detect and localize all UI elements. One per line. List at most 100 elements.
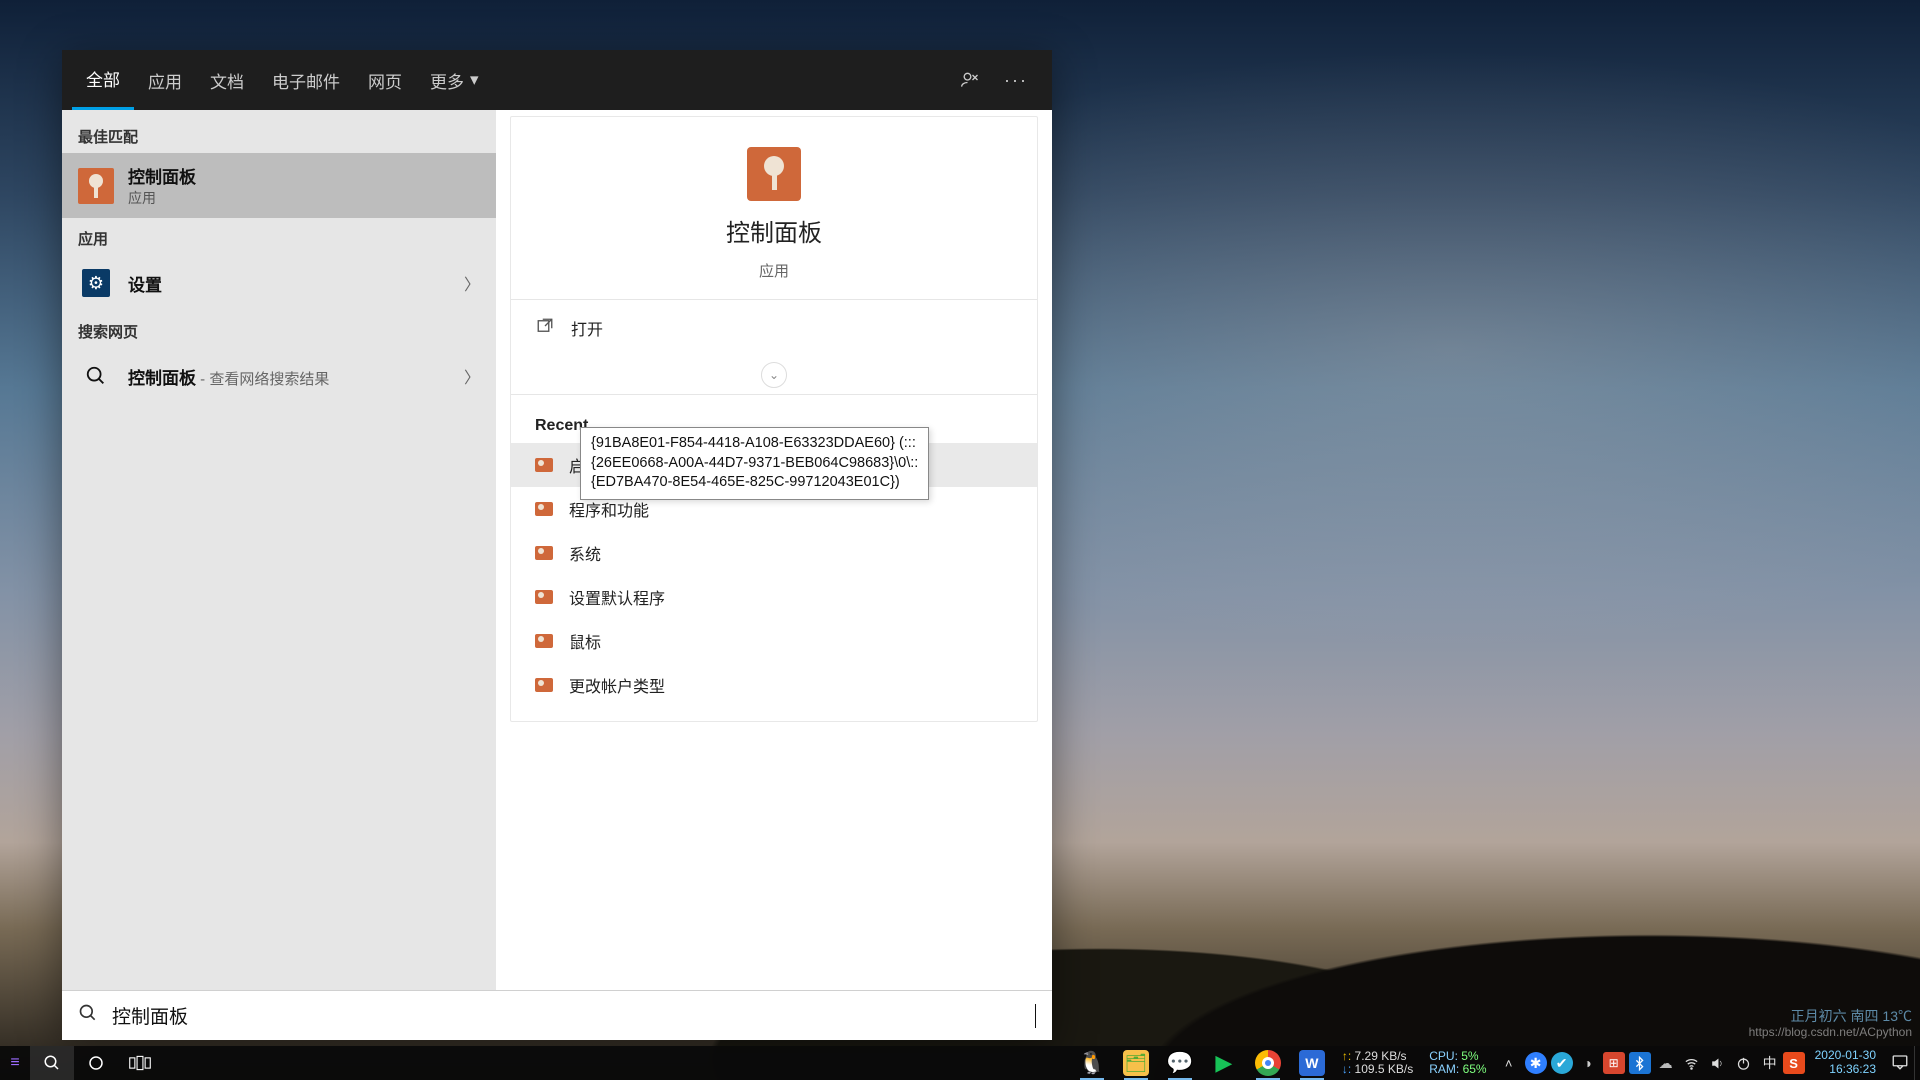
taskbar: ≡ 🐧 🗂 💬 ▶ W ↑: 7.29 KB/s ↓: 109.5 KB/s C… [0, 1046, 1920, 1080]
search-preview-pane: 控制面板 应用 打开 ⌄ Recent 启用或关闭 Windows 功能 [496, 110, 1052, 990]
result-title: 设置 [128, 271, 162, 296]
taskbar-search-button[interactable] [30, 1046, 74, 1080]
app-iqiyi[interactable]: ▶ [1202, 1046, 1246, 1080]
taskbar-clock[interactable]: 2020-01-30 16:36:23 [1805, 1049, 1886, 1077]
watermark-url: https://blog.csdn.net/ACpython [1749, 1025, 1912, 1040]
preview-card: 控制面板 应用 打开 ⌄ Recent 启用或关闭 Windows 功能 [510, 116, 1038, 722]
recent-default-programs[interactable]: 设置默认程序 [511, 575, 1037, 619]
app-wechat[interactable]: 💬 [1158, 1046, 1202, 1080]
action-center-button[interactable] [1886, 1053, 1914, 1074]
result-subtitle: 应用 [128, 188, 196, 208]
search-icon [78, 1003, 98, 1028]
clock-date: 2020-01-30 [1815, 1049, 1876, 1063]
recent-item-label: 更改帐户类型 [569, 673, 665, 697]
search-filter-tabs: 全部 应用 文档 电子邮件 网页 更多 ▾ ··· [62, 50, 1052, 110]
sogou-ime-icon[interactable]: S [1783, 1052, 1805, 1074]
start-search-panel: 全部 应用 文档 电子邮件 网页 更多 ▾ ··· 最佳匹配 控制面板 应用 [62, 50, 1052, 1040]
preview-subtitle: 应用 [759, 260, 789, 281]
control-panel-item-icon [535, 458, 553, 472]
bluetooth-icon[interactable] [1629, 1052, 1651, 1074]
upload-arrow-icon: ↑: [1342, 1049, 1351, 1063]
app-file-explorer[interactable]: 🗂 [1114, 1046, 1158, 1080]
control-panel-item-icon [535, 634, 553, 648]
tray-app-3[interactable]: ⊞ [1603, 1052, 1625, 1074]
task-view-button[interactable] [118, 1046, 162, 1080]
cortana-button[interactable] [74, 1046, 118, 1080]
control-panel-item-icon [535, 590, 553, 604]
tab-more-label: 更多 [430, 68, 464, 93]
settings-icon: ⚙ [78, 265, 114, 301]
expand-actions-button[interactable]: ⌄ [761, 362, 787, 388]
tray-steam-icon[interactable]: ◑ [1577, 1052, 1599, 1074]
tooltip-line: {91BA8E01-F854-4418-A108-E63323DDAE60} (… [591, 434, 918, 454]
tooltip-line: {26EE0668-A00A-44D7-9371-BEB064C98683}\0… [591, 454, 918, 474]
app-wps[interactable]: W [1290, 1046, 1334, 1080]
tab-documents[interactable]: 文档 [196, 50, 258, 110]
web-query: 控制面板 [128, 369, 196, 388]
chevron-right-icon: 〉 [464, 271, 480, 295]
more-options-icon[interactable]: ··· [1006, 70, 1026, 90]
download-arrow-icon: ↓: [1342, 1062, 1351, 1076]
tooltip-line: {ED7BA470-8E54-465E-825C-99712043E01C}) [591, 473, 918, 493]
result-control-panel[interactable]: 控制面板 应用 [62, 153, 496, 218]
tab-web[interactable]: 网页 [354, 50, 416, 110]
download-speed: 109.5 KB/s [1355, 1062, 1414, 1076]
recent-item-label: 系统 [569, 541, 601, 565]
tab-email[interactable]: 电子邮件 [258, 50, 354, 110]
search-results-list: 最佳匹配 控制面板 应用 应用 ⚙ 设置 〉 搜索网页 [62, 110, 496, 990]
power-icon[interactable] [1733, 1052, 1755, 1074]
chevron-down-icon: ▾ [470, 70, 479, 90]
search-input-bar[interactable] [62, 990, 1052, 1040]
search-input[interactable] [112, 1005, 1033, 1027]
network-monitor[interactable]: ↑: 7.29 KB/s ↓: 109.5 KB/s [1334, 1050, 1421, 1076]
watermark-weather: 正月初六 南四 13℃ [1749, 1008, 1912, 1026]
feedback-icon[interactable] [960, 70, 980, 90]
control-panel-icon [78, 168, 114, 204]
start-button[interactable]: ≡ [0, 1046, 30, 1080]
text-caret [1035, 1004, 1036, 1028]
section-best-match: 最佳匹配 [62, 116, 496, 153]
recent-item-label: 程序和功能 [569, 497, 649, 521]
section-apps: 应用 [62, 218, 496, 255]
control-panel-item-icon [535, 546, 553, 560]
ime-indicator[interactable]: 中 [1757, 1053, 1783, 1073]
cpu-usage: 5% [1461, 1049, 1478, 1063]
recent-change-account-type[interactable]: 更改帐户类型 [511, 663, 1037, 707]
onedrive-icon[interactable]: ☁ [1655, 1052, 1677, 1074]
app-qq[interactable]: 🐧 [1070, 1046, 1114, 1080]
open-label: 打开 [571, 316, 603, 340]
result-title: 控制面板 [128, 163, 196, 188]
result-settings[interactable]: ⚙ 设置 〉 [62, 255, 496, 311]
tab-all[interactable]: 全部 [72, 50, 134, 110]
ram-usage: 65% [1463, 1062, 1487, 1076]
open-action[interactable]: 打开 [531, 300, 1017, 356]
result-title: 控制面板 - 查看网络搜索结果 [128, 364, 329, 389]
result-web-search[interactable]: 控制面板 - 查看网络搜索结果 〉 [62, 348, 496, 404]
tray-overflow-button[interactable]: ˄ [1495, 1056, 1523, 1071]
show-desktop-button[interactable] [1914, 1046, 1920, 1080]
volume-icon[interactable] [1707, 1052, 1729, 1074]
recent-mouse[interactable]: 鼠标 [511, 619, 1037, 663]
clock-time: 16:36:23 [1829, 1063, 1876, 1077]
tray-app-2[interactable]: ✔ [1551, 1052, 1573, 1074]
guid-tooltip: {91BA8E01-F854-4418-A108-E63323DDAE60} (… [580, 427, 929, 500]
app-chrome[interactable] [1246, 1046, 1290, 1080]
open-icon [535, 317, 555, 340]
recent-item-label: 设置默认程序 [569, 585, 665, 609]
tab-more[interactable]: 更多 ▾ [416, 50, 493, 110]
wifi-icon[interactable] [1681, 1052, 1703, 1074]
control-panel-item-icon [535, 502, 553, 516]
recent-system[interactable]: 系统 [511, 531, 1037, 575]
cpu-label: CPU: [1429, 1049, 1458, 1063]
control-panel-item-icon [535, 678, 553, 692]
system-tray: ✱ ✔ ◑ ⊞ ☁ [1523, 1052, 1757, 1074]
section-web: 搜索网页 [62, 311, 496, 348]
web-suffix: - 查看网络搜索结果 [196, 371, 329, 388]
search-icon [78, 358, 114, 394]
recent-item-label: 鼠标 [569, 629, 601, 653]
tray-app-1[interactable]: ✱ [1525, 1052, 1547, 1074]
system-monitor[interactable]: CPU: 5% RAM: 65% [1421, 1050, 1494, 1076]
upload-speed: 7.29 KB/s [1355, 1049, 1407, 1063]
desktop-watermark: 正月初六 南四 13℃ https://blog.csdn.net/ACpyth… [1749, 1008, 1912, 1041]
tab-apps[interactable]: 应用 [134, 50, 196, 110]
